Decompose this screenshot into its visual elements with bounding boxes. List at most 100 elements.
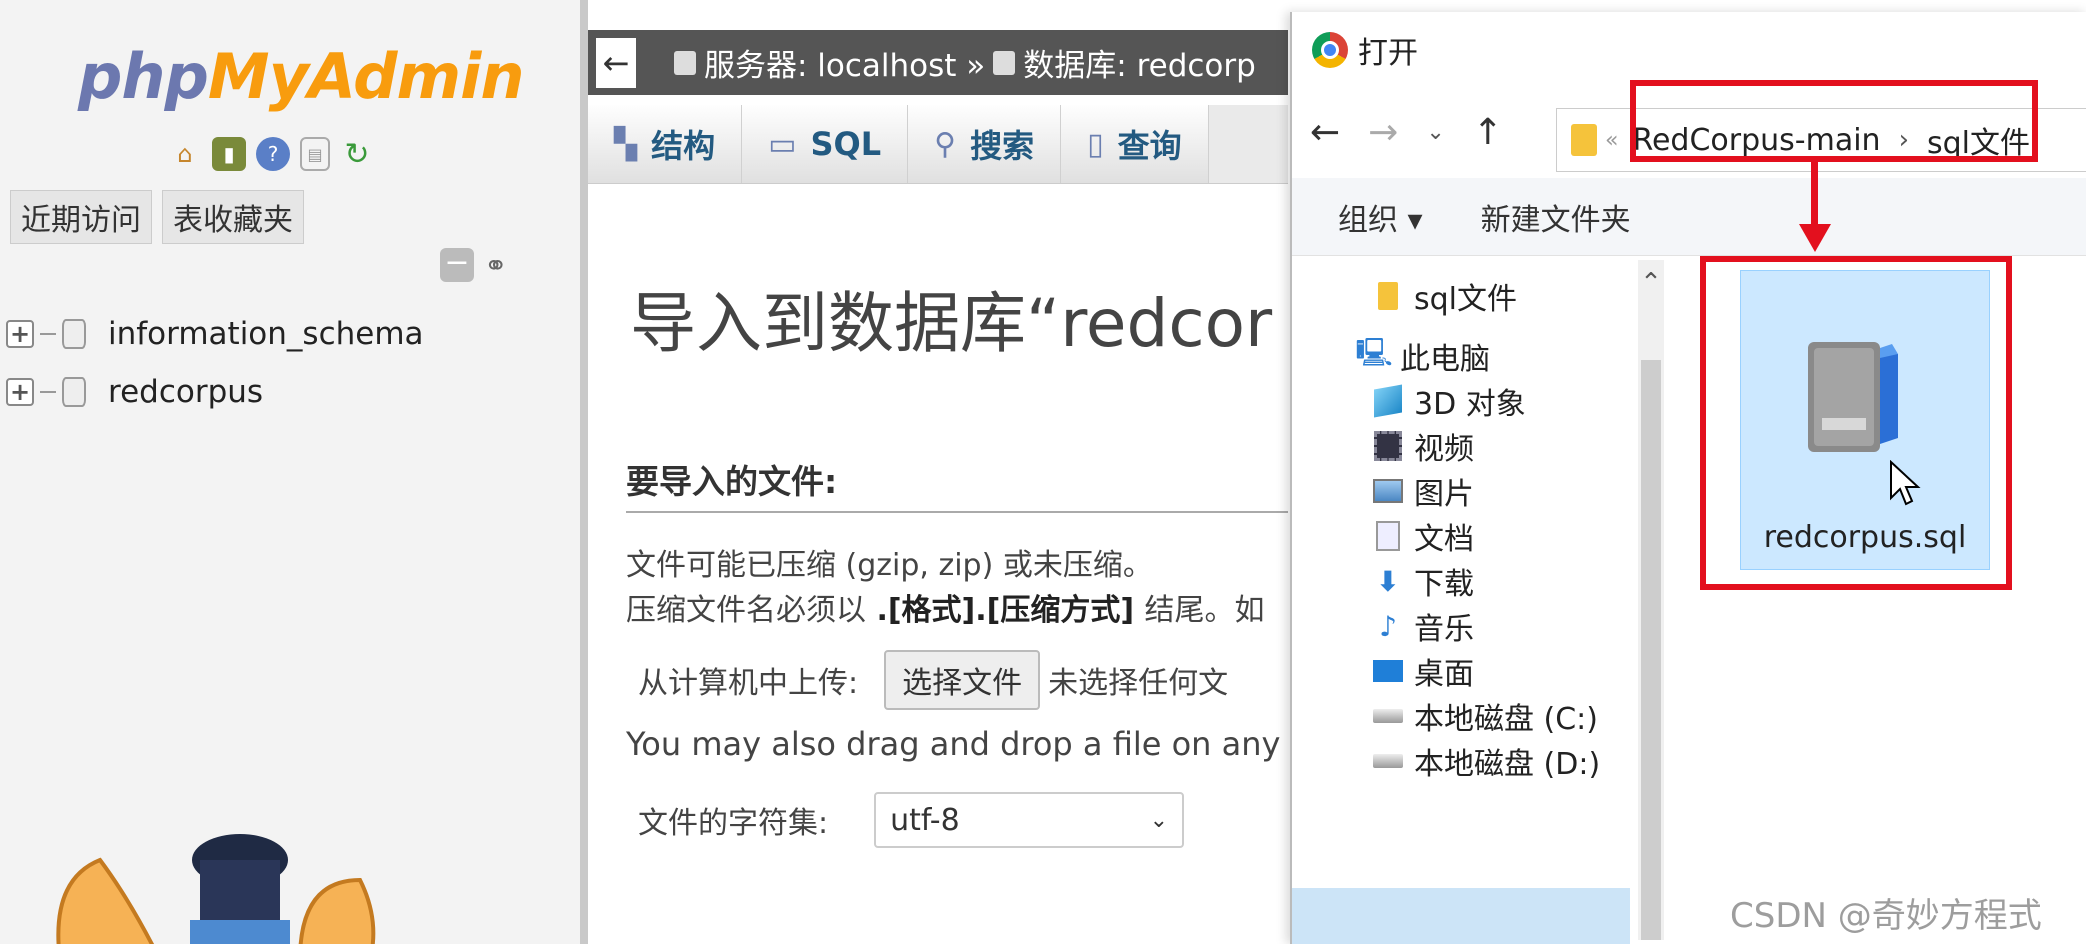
tab-label: 结构 <box>651 127 716 165</box>
nav-item-drive-d[interactable]: 本地磁盘 (D:) <box>1372 739 1600 783</box>
nav-label: 本地磁盘 (C:) <box>1414 702 1598 737</box>
nav-label: 此电脑 <box>1400 342 1490 377</box>
tab-label: 查询 <box>1117 127 1182 165</box>
cube-icon <box>1372 384 1404 418</box>
filename-format-note: 压缩文件名必须以 .[格式].[压缩方式] 结尾。如 <box>626 593 1265 628</box>
pane-divider[interactable] <box>580 0 588 944</box>
pma-navigation-panel: phpMyAdmin ⌂ ▮ ? ▤ ↻ 近期访问 表收藏夹 − ⚭ + inf… <box>0 0 588 944</box>
structure-icon: ▚ <box>614 126 638 162</box>
no-file-text: 未选择任何文 <box>1048 666 1229 701</box>
upload-row: 从计算机中上传: 选择文件 未选择任何文 <box>638 650 1228 710</box>
expand-icon[interactable]: + <box>6 320 34 348</box>
nav-label: 视频 <box>1414 432 1474 467</box>
nav-label: 3D 对象 <box>1414 387 1526 422</box>
nav-quick-tabs: 近期访问 表收藏夹 <box>10 190 304 244</box>
link-icon[interactable]: ⚭ <box>484 249 507 282</box>
logout-icon[interactable]: ▮ <box>212 137 246 171</box>
db-tabs: ▚ 结构 ▭ SQL ⚲ 搜索 ▯ 查询 <box>588 105 1288 184</box>
document-icon <box>1372 521 1404 551</box>
annotation-arrow <box>1811 160 1818 228</box>
file-highlight-box <box>1700 256 2012 590</box>
pma-toolbar: ⌂ ▮ ? ▤ ↻ <box>168 132 374 176</box>
music-icon: ♪ <box>1379 609 1397 643</box>
database-icon <box>993 50 1016 75</box>
nav-label: sql文件 <box>1414 282 1518 317</box>
nav-item-downloads[interactable]: ⬇ 下载 <box>1372 559 1474 603</box>
folder-icon <box>1571 124 1597 156</box>
back-arrow-icon[interactable]: ← <box>596 37 636 88</box>
dialog-title: 打开 <box>1358 36 1418 71</box>
back-arrow-icon[interactable]: ← <box>1310 112 1340 153</box>
tab-favorites[interactable]: 表收藏夹 <box>162 190 304 244</box>
mascot-image <box>56 834 376 944</box>
up-arrow-icon[interactable]: ↑ <box>1473 112 1503 153</box>
nav-item-3d-objects[interactable]: 3D 对象 <box>1372 379 1526 423</box>
tab-label: SQL <box>810 125 882 163</box>
phpmyadmin-logo[interactable]: phpMyAdmin <box>78 40 524 113</box>
desktop-icon <box>1372 656 1404 686</box>
reload-icon[interactable]: ↻ <box>340 137 374 172</box>
overflow-chevron-icon[interactable]: « <box>1605 128 1618 153</box>
home-icon[interactable]: ⌂ <box>168 137 202 171</box>
new-folder-button[interactable]: 新建文件夹 <box>1481 195 1631 239</box>
picture-icon <box>1372 476 1404 506</box>
help-icon[interactable]: ? <box>256 137 290 171</box>
nav-item-documents[interactable]: 文档 <box>1372 514 1474 558</box>
tab-recent[interactable]: 近期访问 <box>10 190 152 244</box>
query-icon: ▯ <box>1087 126 1104 162</box>
tree-controls: − ⚭ <box>440 248 507 282</box>
address-highlight-box <box>1630 80 2038 162</box>
expand-icon[interactable]: + <box>6 378 34 406</box>
charset-label: 文件的字符集: <box>638 806 829 841</box>
tab-query[interactable]: ▯ 查询 <box>1061 105 1209 183</box>
tab-label: 搜索 <box>970 127 1035 165</box>
upload-label: 从计算机中上传: <box>638 666 859 701</box>
drive-icon <box>1372 701 1404 731</box>
collapse-all-icon[interactable]: − <box>440 248 474 282</box>
forward-arrow-icon[interactable]: → <box>1368 112 1398 153</box>
nav-item-desktop[interactable]: 桌面 <box>1372 649 1474 693</box>
scrollbar-thumb[interactable] <box>1641 360 1661 940</box>
tree-connector <box>40 333 56 335</box>
dialog-toolbar: 组织 ▾ 新建文件夹 <box>1292 178 2086 256</box>
nav-item-this-pc[interactable]: 🖳 此电脑 <box>1355 334 1490 378</box>
database-tree: + information_schema + redcorpus <box>6 305 424 421</box>
navigation-pane: sql文件 🖳 此电脑 3D 对象 视频 图片 文档 ⬇ 下载 ♪ 音乐 桌面 … <box>1292 258 1632 944</box>
scroll-up-icon[interactable]: ⌃ <box>1638 268 1664 298</box>
video-icon <box>1372 431 1404 461</box>
nav-item-sql-folder[interactable]: sql文件 <box>1372 274 1517 318</box>
nav-item-videos[interactable]: 视频 <box>1372 424 1474 468</box>
sql-icon: ▭ <box>768 126 797 162</box>
dialog-nav-buttons: ← → ⌄ ↑ <box>1310 112 1503 153</box>
search-icon: ⚲ <box>934 126 957 162</box>
nav-label: 文档 <box>1414 522 1474 557</box>
tab-search[interactable]: ⚲ 搜索 <box>908 105 1062 183</box>
docs-icon[interactable]: ▤ <box>300 137 330 171</box>
charset-select[interactable]: utf-8 ⌄ <box>874 792 1185 848</box>
db-name[interactable]: information_schema <box>108 316 424 352</box>
tab-structure[interactable]: ▚ 结构 <box>588 105 743 183</box>
organize-button[interactable]: 组织 ▾ <box>1338 195 1423 239</box>
chevron-down-icon: ⌄ <box>1149 807 1169 833</box>
compression-note: 文件可能已压缩 (gzip, zip) 或未压缩。 <box>626 548 1153 583</box>
section-title: 要导入的文件: <box>626 455 1288 513</box>
tree-connector <box>40 391 56 393</box>
download-icon: ⬇ <box>1376 564 1400 598</box>
pma-main-panel: ← 服务器: localhost » 数据库: redcorp ▚ 结构 ▭ S… <box>588 0 1288 944</box>
db-tree-item[interactable]: + redcorpus <box>6 363 424 421</box>
db-tree-item[interactable]: + information_schema <box>6 305 424 363</box>
nav-item-drive-c[interactable]: 本地磁盘 (C:) <box>1372 694 1598 738</box>
tab-sql[interactable]: ▭ SQL <box>742 105 909 183</box>
db-name[interactable]: redcorpus <box>108 374 263 410</box>
choose-file-button[interactable]: 选择文件 <box>884 650 1041 710</box>
nav-item-music[interactable]: ♪ 音乐 <box>1372 604 1474 648</box>
drive-icon <box>1372 746 1404 776</box>
dialog-titlebar: 打开 <box>1312 28 1418 72</box>
breadcrumb-database[interactable]: 数据库: redcorp <box>1023 40 1256 85</box>
breadcrumb-server[interactable]: 服务器: localhost » <box>704 40 985 85</box>
page-title: 导入到数据库“redcor <box>630 285 1273 362</box>
nav-item-pictures[interactable]: 图片 <box>1372 469 1474 513</box>
charset-row: 文件的字符集: utf-8 ⌄ <box>638 792 1185 848</box>
recent-locations-chevron-icon[interactable]: ⌄ <box>1426 120 1444 145</box>
annotation-arrow-head <box>1799 224 1831 252</box>
